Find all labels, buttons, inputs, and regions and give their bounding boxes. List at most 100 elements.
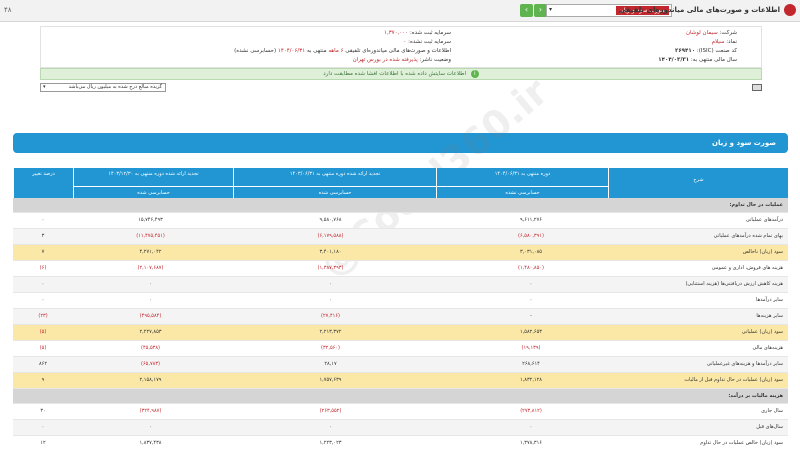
cell-v1: ۱,۵۸۲,۶۵۳ <box>520 329 542 335</box>
cell-v4: ۰ <box>41 424 45 430</box>
header-desc: شرح <box>608 168 788 198</box>
cell-v1: ۲۶۸,۶۱۴ <box>522 361 540 367</box>
row-label: هزینه های فروش، اداری و عمومی <box>711 265 783 271</box>
verification-banner: i اطلاعات سایتش داده شده با اطلاعات افشا… <box>40 68 762 80</box>
row-label: سود (زیان) ناخالص <box>742 249 783 255</box>
publisher-status-label: وضعیت ناشر: <box>419 57 452 63</box>
table-row: سود (زیان) عملیاتی ۱,۵۸۲,۶۵۳ ۲,۲۱۳,۳۷۲ ۲,۲۲… <box>13 325 788 341</box>
cell-v1: ۹,۶۱۱,۲۷۶ <box>520 217 542 223</box>
cell-v4: ۳۰ <box>40 408 46 414</box>
cell-v1: - <box>530 313 532 319</box>
table-row: هزینه های فروش، اداری و عمومی (۱,۴۸۰,۸۵۰)… <box>13 261 788 277</box>
cell-v1: ۳,۰۳۱,۰۸۵ <box>520 249 542 255</box>
verification-text: اطلاعات سایتش داده شده با اطلاعات افشا ش… <box>323 71 467 77</box>
cell-v1: ۰ <box>529 297 533 303</box>
cell-v4: ۱۲ <box>40 440 46 446</box>
cell-v2: (۲۷,۴۱۶) <box>321 313 340 319</box>
top-bar: ۴۸ ‹ › ▾ صورت سود و زیان اطلاعات و صورت‌… <box>0 0 800 22</box>
unregistered-capital-label: سرمایه ثبت نشده: <box>408 39 451 45</box>
cell-v3: ۱۵,۷۴۶,۴۹۳ <box>138 217 163 223</box>
symbol-value: سیلام <box>711 39 725 45</box>
cell-v1: (۱,۴۸۰,۸۵۰) <box>518 265 544 271</box>
fiscal-year-label: سال مالی منتهی به: <box>690 57 737 63</box>
cell-v4: (۶) <box>39 265 47 271</box>
header-change: درصد تغییر <box>13 168 73 198</box>
capital-value: ۱,۳۷۰,۰۰۰ <box>384 30 409 36</box>
table-row: سال‌های قبل ۰ ۰ ۰ ۰ <box>13 420 788 436</box>
cell-v3: (۶۵,۷۸۳) <box>141 361 160 367</box>
cell-v3: ۲,۲۲۷,۸۵۳ <box>139 329 162 335</box>
table-row: سود (زیان) عملیات در حال تداوم قبل از ما… <box>13 373 788 389</box>
cell-v1: ۱,۸۳۲,۱۲۸ <box>520 377 542 383</box>
symbol-label: نماد: <box>726 39 737 45</box>
cell-v2: ۰ <box>329 297 332 303</box>
cell-v4: ۹ <box>41 377 45 383</box>
codal-logo-icon <box>784 4 796 16</box>
table-row: سود (زیان) ناخالص ۳,۰۳۱,۰۸۵ ۳,۴۰۱,۱۸۰ ۴,۲۷۱… <box>13 245 788 261</box>
cell-v4: ۰ <box>41 217 45 223</box>
cell-v4: ۰ <box>41 297 45 303</box>
section-row: هزینه مالیات بر درآمد: <box>13 389 788 404</box>
table-row: سایر درآمدها و هزینه‌های غیرعملیاتی ۲۶۸,۶… <box>13 357 788 373</box>
cell-v3: (۳۲۴,۹۸۷) <box>139 408 162 414</box>
company-label: شرکت: <box>719 30 737 36</box>
cell-v3: ۴,۲۷۱,۰۴۲ <box>139 249 162 255</box>
row-label: درآمدهای عملیاتی <box>745 217 783 223</box>
table-header: شرح دوره منتهی به ۱۴۰۴/۰۶/۳۱ حسابرسی نشد… <box>13 168 788 198</box>
chevron-down-icon: ▾ <box>43 84 46 90</box>
cell-v3: ۰ <box>149 424 152 430</box>
print-icon[interactable] <box>752 84 762 91</box>
cell-v4: (۲۳) <box>38 313 48 319</box>
unregistered-capital-value: ۰ <box>403 39 407 45</box>
report-title: صورت سود و زیان <box>13 133 788 153</box>
cell-v2: ۱,۲۲۳,۰۲۳ <box>319 440 342 446</box>
industry-code-label: کد صنعت (ISIC): <box>696 48 737 54</box>
row-label: هزینه‌های مالی <box>752 345 783 351</box>
cell-v2: (۲۶۳,۵۵۲) <box>319 408 342 414</box>
cell-v3: (۴۹۵,۵۸۴) <box>139 313 162 319</box>
statement-end-label: منتهی به <box>306 48 327 54</box>
audit-status: (حسابرسی نشده) <box>234 48 277 54</box>
cell-v4: ۷ <box>41 249 45 255</box>
unit-select-value: گزیده مبالغ درج شده به میلیون ریال می‌با… <box>68 84 162 90</box>
row-label: سود (زیان) عملیات در حال تداوم قبل از ما… <box>684 377 783 383</box>
statement-months: ۶ ماهه <box>328 48 344 54</box>
row-label: عملیات در حال تداوم: <box>729 202 784 208</box>
company-value: سیمان لوشان <box>685 30 718 36</box>
row-label: سال جاری <box>761 408 783 414</box>
row-label: هزینه کاهش ارزش دریافتنی‌ها (هزینه استثن… <box>685 281 783 287</box>
income-statement-table: شرح دوره منتهی به ۱۴۰۴/۰۶/۳۱ حسابرسی نشد… <box>13 168 788 450</box>
row-label: سایر هزینه‌ها <box>756 313 783 319</box>
cell-v2: ۰ <box>329 281 332 287</box>
cell-v1: (۱۹,۱۳۹) <box>521 345 541 351</box>
cell-v2: (۶,۱۷۹,۵۸۸) <box>317 233 344 239</box>
cell-v2: ۳,۴۰۱,۱۸۰ <box>319 249 342 255</box>
cell-v3: ۰ <box>149 297 152 303</box>
table-row: هزینه کاهش ارزش دریافتنی‌ها (هزینه استثن… <box>13 277 788 293</box>
cell-v2: (۱,۳۸۷,۳۹۳) <box>317 265 344 271</box>
section-row: عملیات در حال تداوم: <box>13 198 788 213</box>
page-title: اطلاعات و صورت‌های مالی میاندوره‌ای تلفی… <box>618 6 780 14</box>
cell-v4: ۸۶۲ <box>38 361 48 367</box>
cell-v2: ۹,۵۸۰,۷۶۸ <box>319 217 342 223</box>
cell-v2: ۱,۷۵۷,۶۳۹ <box>319 377 342 383</box>
table-row: هزینه‌های مالی (۱۹,۱۳۹) (۳۲,۵۶۰) (۴۵,۵۳۸) (۵… <box>13 341 788 357</box>
row-label: سال‌های قبل <box>756 424 783 430</box>
cell-v1: ۰ <box>529 424 533 430</box>
cell-v2: ۰ <box>329 424 332 430</box>
cell-v4: ۰ <box>41 281 45 287</box>
cell-v2: ۲۸,۱۷ <box>324 361 337 367</box>
info-icon: i <box>470 69 479 78</box>
cell-v2: ۲,۲۱۳,۳۷۲ <box>319 329 342 335</box>
prev-button[interactable]: ‹ <box>520 4 533 17</box>
cell-v4: ۳ <box>41 233 45 239</box>
table-row: سایر هزینه‌ها - (۲۷,۴۱۶) (۴۹۵,۵۸۴) (۲۳) <box>13 309 788 325</box>
unit-select[interactable]: ▾ گزیده مبالغ درج شده به میلیون ریال می‌… <box>40 83 166 92</box>
row-label: هزینه مالیات بر درآمد: <box>728 393 783 399</box>
cell-v4: (۵) <box>39 345 47 351</box>
statement-description: اطلاعات و صورت‌های مالی میاندوره‌ای تلفی… <box>345 48 451 54</box>
capital-label: سرمایه ثبت شده: <box>409 30 451 36</box>
publisher-status-value: پذیرفته شده در بورس تهران <box>352 57 418 63</box>
header-period-3: تجدید ارائه شده دوره منتهی به ۱۴۰۳/۱۲/۳۰… <box>73 168 233 198</box>
cell-v1: ۱,۳۷۸,۳۱۶ <box>520 440 542 446</box>
